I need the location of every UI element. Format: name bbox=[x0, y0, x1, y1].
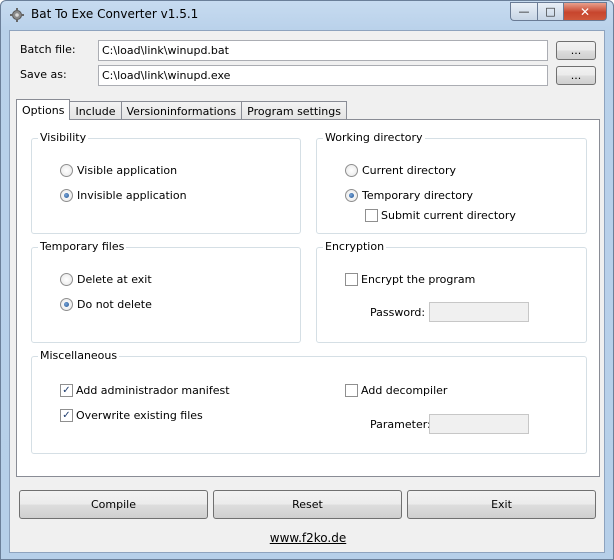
encrypt-program-label: Encrypt the program bbox=[361, 273, 476, 286]
add-decompiler-label: Add decompiler bbox=[361, 384, 448, 397]
tab-options[interactable]: Options bbox=[16, 99, 71, 120]
temporary-files-title: Temporary files bbox=[38, 240, 127, 253]
tab-versioninformations[interactable]: Versioninformations bbox=[120, 101, 243, 120]
exit-button[interactable]: Exit bbox=[407, 490, 596, 519]
tab-strip: Options Include Versioninformations Prog… bbox=[16, 99, 347, 120]
invisible-application-label: Invisible application bbox=[77, 189, 187, 202]
website-link[interactable]: www.f2ko.de bbox=[10, 531, 606, 545]
parameter-input[interactable] bbox=[429, 414, 529, 434]
delete-at-exit-radio[interactable] bbox=[60, 273, 73, 286]
overwrite-files-checkbox[interactable]: ✓ bbox=[60, 409, 73, 422]
admin-manifest-label: Add administrador manifest bbox=[76, 384, 230, 397]
admin-manifest-option[interactable]: ✓ Add administrador manifest bbox=[60, 384, 230, 397]
temporary-directory-option[interactable]: Temporary directory bbox=[345, 189, 473, 202]
title-bar[interactable]: Bat To Exe Converter v1.5.1 — □ ✕ bbox=[1, 1, 613, 29]
temporary-directory-radio[interactable] bbox=[345, 189, 358, 202]
miscellaneous-title: Miscellaneous bbox=[38, 349, 120, 362]
maximize-button[interactable]: □ bbox=[537, 2, 563, 21]
reset-button[interactable]: Reset bbox=[213, 490, 402, 519]
visible-application-label: Visible application bbox=[77, 164, 178, 177]
close-icon: ✕ bbox=[579, 4, 591, 19]
visible-application-radio[interactable] bbox=[60, 164, 73, 177]
submit-current-directory-option[interactable]: Submit current directory bbox=[365, 209, 516, 222]
batch-file-input[interactable]: C:\load\link\winupd.bat bbox=[98, 40, 548, 61]
encryption-title: Encryption bbox=[323, 240, 387, 253]
tab-include[interactable]: Include bbox=[69, 101, 122, 120]
caption-buttons: — □ ✕ bbox=[510, 2, 607, 21]
overwrite-files-option[interactable]: ✓ Overwrite existing files bbox=[60, 409, 203, 422]
maximize-icon: □ bbox=[545, 5, 556, 18]
visibility-group: Visibility Visible application Invisible… bbox=[31, 131, 301, 234]
miscellaneous-group: Miscellaneous ✓ Add administrador manife… bbox=[31, 349, 587, 454]
password-label: Password: bbox=[370, 306, 426, 319]
encrypt-program-checkbox[interactable] bbox=[345, 273, 358, 286]
current-directory-option[interactable]: Current directory bbox=[345, 164, 456, 177]
tab-program-settings[interactable]: Program settings bbox=[241, 101, 347, 120]
encryption-group: Encryption Encrypt the program Password: bbox=[316, 240, 587, 343]
working-directory-title: Working directory bbox=[323, 131, 425, 144]
parameter-label: Parameter: bbox=[370, 418, 431, 431]
window-title: Bat To Exe Converter v1.5.1 bbox=[31, 7, 199, 21]
password-input[interactable] bbox=[429, 302, 529, 322]
close-button[interactable]: ✕ bbox=[563, 2, 607, 21]
delete-at-exit-label: Delete at exit bbox=[77, 273, 152, 286]
admin-manifest-checkbox[interactable]: ✓ bbox=[60, 384, 73, 397]
delete-at-exit-option[interactable]: Delete at exit bbox=[60, 273, 152, 286]
do-not-delete-label: Do not delete bbox=[77, 298, 152, 311]
minimize-button[interactable]: — bbox=[510, 2, 537, 21]
batch-file-label: Batch file: bbox=[20, 43, 76, 56]
visible-application-option[interactable]: Visible application bbox=[60, 164, 177, 177]
current-directory-radio[interactable] bbox=[345, 164, 358, 177]
save-as-label: Save as: bbox=[20, 68, 67, 81]
gear-icon bbox=[9, 8, 25, 22]
options-tab-page: Visibility Visible application Invisible… bbox=[16, 119, 600, 477]
batch-browse-button[interactable]: ... bbox=[556, 41, 596, 60]
minimize-icon: — bbox=[518, 5, 530, 18]
do-not-delete-radio[interactable] bbox=[60, 298, 73, 311]
app-window: Bat To Exe Converter v1.5.1 — □ ✕ Batch … bbox=[0, 0, 614, 560]
client-area: Batch file: C:\load\link\winupd.bat ... … bbox=[9, 30, 605, 553]
temporary-files-group: Temporary files Delete at exit Do not de… bbox=[31, 240, 301, 343]
invisible-application-option[interactable]: Invisible application bbox=[60, 189, 187, 202]
invisible-application-radio[interactable] bbox=[60, 189, 73, 202]
encrypt-program-option[interactable]: Encrypt the program bbox=[345, 273, 475, 286]
add-decompiler-option[interactable]: Add decompiler bbox=[345, 384, 447, 397]
add-decompiler-checkbox[interactable] bbox=[345, 384, 358, 397]
save-browse-button[interactable]: ... bbox=[556, 66, 596, 85]
visibility-title: Visibility bbox=[38, 131, 89, 144]
overwrite-files-label: Overwrite existing files bbox=[76, 409, 203, 422]
submit-current-directory-label: Submit current directory bbox=[381, 209, 516, 222]
save-as-input[interactable]: C:\load\link\winupd.exe bbox=[98, 65, 548, 86]
working-directory-group: Working directory Current directory Temp… bbox=[316, 131, 587, 234]
temporary-directory-label: Temporary directory bbox=[362, 189, 474, 202]
do-not-delete-option[interactable]: Do not delete bbox=[60, 298, 152, 311]
compile-button[interactable]: Compile bbox=[19, 490, 208, 519]
current-directory-label: Current directory bbox=[362, 164, 457, 177]
submit-current-directory-checkbox[interactable] bbox=[365, 209, 378, 222]
